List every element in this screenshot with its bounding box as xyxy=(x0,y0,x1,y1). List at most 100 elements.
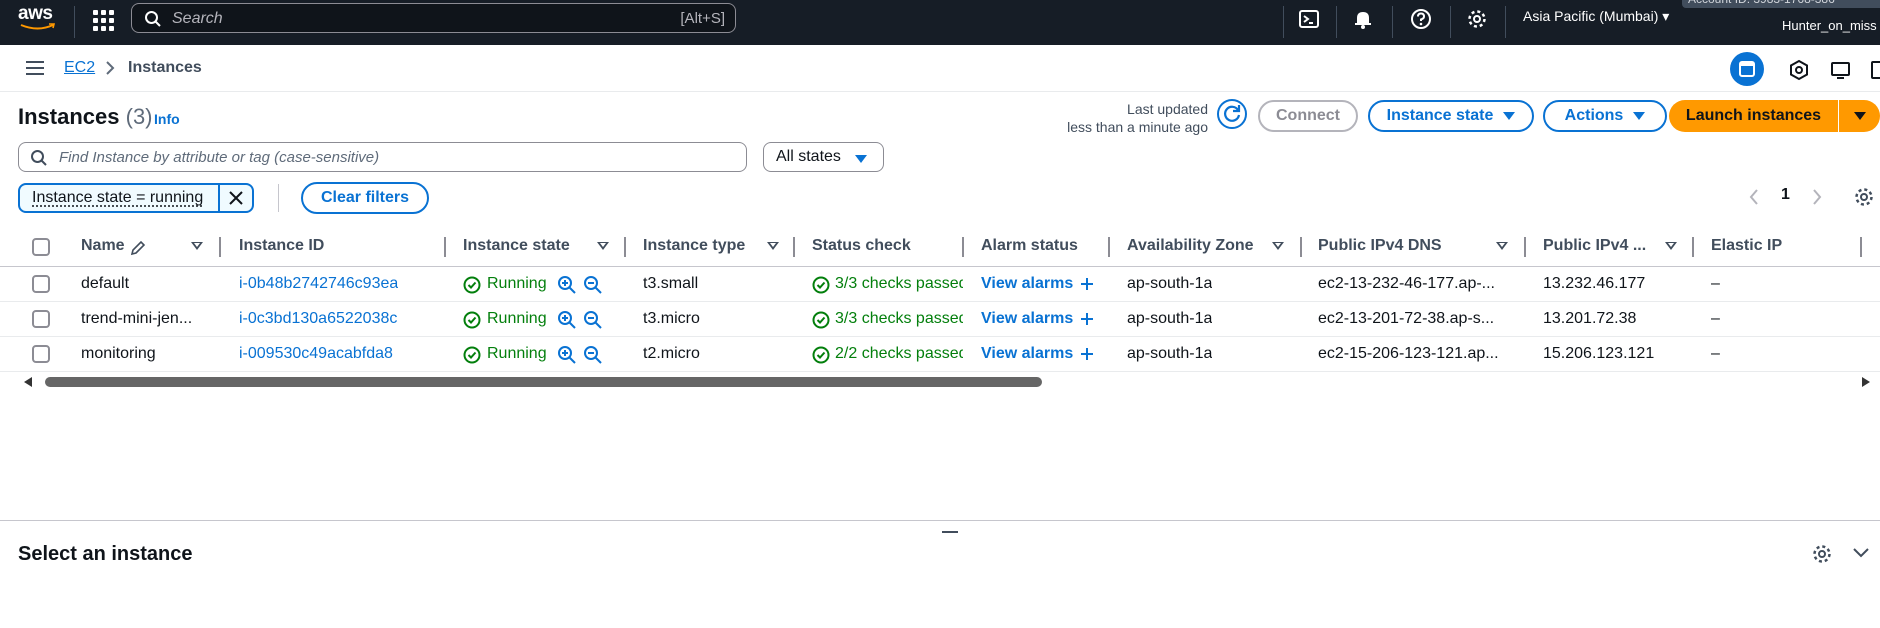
settings-icon[interactable] xyxy=(1466,8,1488,30)
column-resizer[interactable] xyxy=(1692,237,1694,257)
scrollbar-thumb[interactable] xyxy=(45,377,1042,387)
chevron-left-icon[interactable] xyxy=(1748,188,1760,206)
caret-down-icon xyxy=(1633,112,1646,120)
column-resizer[interactable] xyxy=(1300,237,1302,257)
user-menu[interactable]: Hunter_on_miss xyxy=(1782,18,1877,33)
device-icon[interactable] xyxy=(1870,59,1880,81)
states-select-value: All states xyxy=(776,148,841,165)
page-number[interactable]: 1 xyxy=(1781,186,1790,204)
select-all-checkbox[interactable] xyxy=(32,238,50,256)
settings-icon[interactable] xyxy=(1853,186,1875,208)
actions-label: Actions xyxy=(1564,107,1624,124)
filter-token-label[interactable]: Instance state = running xyxy=(20,185,220,211)
last-updated-value: less than a minute ago xyxy=(1067,119,1208,135)
sort-icon[interactable] xyxy=(1496,242,1508,250)
column-resizer[interactable] xyxy=(219,237,221,257)
table-row[interactable]: trend-mini-jen... i-0c3bd130a6522038c Runn… xyxy=(0,302,1880,337)
zoom-out-icon[interactable] xyxy=(583,310,603,335)
instance-state: Running xyxy=(487,310,547,327)
screen-icon[interactable] xyxy=(1830,59,1852,81)
view-alarms-link[interactable]: View alarms xyxy=(981,310,1073,328)
col-instance-type[interactable]: Instance type xyxy=(643,237,745,255)
sort-icon[interactable] xyxy=(597,242,609,250)
horizontal-scrollbar[interactable] xyxy=(0,375,1880,389)
zoom-out-icon[interactable] xyxy=(583,275,603,300)
col-public-dns[interactable]: Public IPv4 DNS xyxy=(1318,237,1442,255)
table-row[interactable]: monitoring i-009530c49acabfda8 Running t2.m… xyxy=(0,337,1880,372)
column-resizer[interactable] xyxy=(444,237,446,257)
instance-type: t3.small xyxy=(643,275,699,292)
cloudshell-icon[interactable] xyxy=(1298,8,1320,30)
connect-button[interactable]: Connect xyxy=(1258,100,1358,132)
launch-dropdown-button[interactable] xyxy=(1839,100,1880,132)
column-resizer[interactable] xyxy=(962,237,964,257)
column-resizer[interactable] xyxy=(1860,237,1862,257)
account-id-chip[interactable]: Account ID: 3983-1768-386 xyxy=(1682,0,1880,8)
col-availability-zone[interactable]: Availability Zone xyxy=(1127,237,1254,255)
column-resizer[interactable] xyxy=(1524,237,1526,257)
menu-icon[interactable] xyxy=(26,61,44,75)
scroll-left-arrow[interactable] xyxy=(24,377,32,387)
zoom-in-icon[interactable] xyxy=(557,345,577,370)
table-row[interactable]: default i-0b48b2742746c93ea Running t3.smal… xyxy=(0,267,1880,302)
divider xyxy=(278,184,279,212)
sort-icon[interactable] xyxy=(191,242,203,250)
filter-token[interactable]: Instance state = running xyxy=(18,183,254,213)
add-alarm-icon[interactable] xyxy=(1080,347,1094,366)
column-resizer[interactable] xyxy=(624,237,626,257)
column-resizer[interactable] xyxy=(1108,237,1110,257)
col-status-check[interactable]: Status check xyxy=(812,237,911,255)
column-resizer[interactable] xyxy=(793,237,795,257)
settings-icon[interactable] xyxy=(1811,543,1833,565)
aws-logo[interactable]: aws xyxy=(18,3,58,35)
bell-icon[interactable] xyxy=(1352,8,1374,30)
region-selector[interactable]: Asia Pacific (Mumbai) ▾ xyxy=(1523,8,1669,25)
instance-id-link[interactable]: i-0b48b2742746c93ea xyxy=(239,275,398,293)
actions-button[interactable]: Actions xyxy=(1543,100,1667,132)
chevron-right-icon[interactable] xyxy=(1811,188,1823,206)
zoom-in-icon[interactable] xyxy=(557,310,577,335)
public-ipv4: 13.232.46.177 xyxy=(1543,275,1646,292)
instance-state-button[interactable]: Instance state xyxy=(1368,100,1534,132)
global-search-input[interactable]: Search [Alt+S] xyxy=(131,3,736,33)
sort-icon[interactable] xyxy=(1272,242,1284,250)
search-placeholder: Search xyxy=(172,10,223,27)
grid-icon[interactable] xyxy=(91,8,115,32)
resize-handle[interactable] xyxy=(942,531,958,533)
instance-state-label: Instance state xyxy=(1386,107,1494,124)
clear-filters-button[interactable]: Clear filters xyxy=(301,182,429,214)
layout-toggle-button[interactable] xyxy=(1730,52,1764,86)
remove-filter-button[interactable] xyxy=(220,185,252,211)
chevron-down-icon[interactable] xyxy=(1852,547,1870,559)
refresh-button[interactable] xyxy=(1217,99,1247,129)
panel-icon xyxy=(1739,61,1755,77)
sort-icon[interactable] xyxy=(1665,242,1677,250)
add-alarm-icon[interactable] xyxy=(1080,277,1094,296)
zoom-out-icon[interactable] xyxy=(583,345,603,370)
zoom-in-icon[interactable] xyxy=(557,275,577,300)
states-select[interactable]: All states xyxy=(763,142,884,172)
col-elastic-ip[interactable]: Elastic IP xyxy=(1711,237,1782,255)
view-alarms-link[interactable]: View alarms xyxy=(981,275,1073,293)
info-link[interactable]: Info xyxy=(154,111,180,127)
instance-id-link[interactable]: i-0c3bd130a6522038c xyxy=(239,310,397,328)
instance-id-link[interactable]: i-009530c49acabfda8 xyxy=(239,345,393,363)
add-alarm-icon[interactable] xyxy=(1080,312,1094,331)
refresh-icon xyxy=(1224,105,1241,122)
col-name[interactable]: Name xyxy=(81,237,125,255)
sort-icon[interactable] xyxy=(767,242,779,250)
row-checkbox[interactable] xyxy=(32,345,50,363)
hexagon-icon[interactable] xyxy=(1788,59,1810,81)
col-public-ipv4[interactable]: Public IPv4 ... xyxy=(1543,237,1646,255)
row-checkbox[interactable] xyxy=(32,310,50,328)
scroll-right-arrow[interactable] xyxy=(1862,377,1870,387)
row-checkbox[interactable] xyxy=(32,275,50,293)
col-instance-id[interactable]: Instance ID xyxy=(239,237,324,255)
col-alarm-status[interactable]: Alarm status xyxy=(981,237,1078,255)
col-instance-state[interactable]: Instance state xyxy=(463,237,570,255)
help-icon[interactable] xyxy=(1410,8,1432,30)
breadcrumb-ec2-link[interactable]: EC2 xyxy=(64,59,95,77)
launch-instances-button[interactable]: Launch instances xyxy=(1669,100,1838,132)
instance-filter-input[interactable]: Find Instance by attribute or tag (case-… xyxy=(18,142,747,172)
view-alarms-link[interactable]: View alarms xyxy=(981,345,1073,363)
